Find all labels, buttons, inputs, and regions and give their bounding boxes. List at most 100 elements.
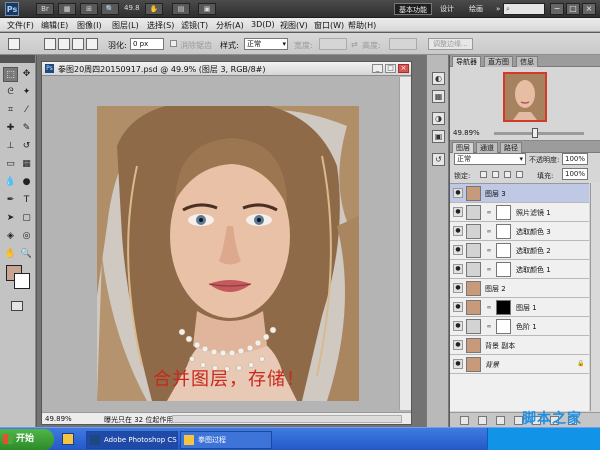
magic-wand-tool-icon[interactable]: ✦	[19, 85, 34, 100]
menu-filter[interactable]: 滤镜(T)	[181, 20, 208, 31]
menu-edit[interactable]: 编辑(E)	[41, 20, 68, 31]
navigator-zoom[interactable]: 49.89%	[453, 129, 480, 137]
taskbar-photoshop[interactable]: Adobe Photoshop CS5	[86, 431, 178, 449]
layers-scrollbar[interactable]	[590, 183, 600, 411]
hand-tool-button[interactable]: ✋	[145, 3, 163, 15]
eye-icon[interactable]: ●	[453, 264, 463, 274]
eye-icon[interactable]: ●	[453, 188, 463, 198]
workspace-design[interactable]: 设计	[436, 3, 458, 15]
zoom-level[interactable]: 49.8	[124, 4, 140, 12]
eye-icon[interactable]: ●	[453, 283, 463, 293]
type-tool-icon[interactable]: T	[19, 193, 34, 208]
eye-icon[interactable]: ●	[453, 321, 463, 331]
eyedropper-tool-icon[interactable]: ⁄	[19, 103, 34, 118]
clone-stamp-tool-icon[interactable]: ⊥	[3, 139, 18, 154]
layer-row[interactable]: ● ∞ 照片滤镜 1	[450, 203, 589, 222]
layer-row[interactable]: ● 背景 副本	[450, 336, 589, 355]
crop-tool-icon[interactable]: ⌗	[3, 103, 18, 118]
eye-icon[interactable]: ●	[453, 302, 463, 312]
bridge-button[interactable]: Br	[36, 3, 54, 15]
tab-info[interactable]: 信息	[516, 56, 538, 67]
lasso-tool-icon[interactable]: ᘓ	[3, 85, 18, 100]
height-input[interactable]	[389, 38, 417, 50]
lock-position-icon[interactable]	[504, 171, 511, 178]
width-input[interactable]	[319, 38, 347, 50]
eye-icon[interactable]: ●	[453, 340, 463, 350]
refine-edge-button[interactable]: 调整边缘...	[428, 38, 473, 50]
search-input[interactable]: ⌕	[503, 3, 545, 15]
path-selection-tool-icon[interactable]: ➤	[3, 211, 18, 226]
layer-style-icon[interactable]	[478, 416, 487, 425]
screen-mode-button[interactable]: ▣	[198, 3, 216, 15]
gradient-tool-icon[interactable]: ▦	[19, 157, 34, 172]
layer-row[interactable]: ● 图层 2	[450, 279, 589, 298]
fill-input[interactable]: 100%	[562, 168, 588, 180]
menu-help[interactable]: 帮助(H)	[348, 20, 376, 31]
workspace-painting[interactable]: 绘画	[465, 3, 487, 15]
layer-row[interactable]: ● ∞ 选取颜色 2	[450, 241, 589, 260]
history-brush-tool-icon[interactable]: ↺	[19, 139, 34, 154]
navigator-slider-handle[interactable]	[532, 128, 538, 138]
layer-row[interactable]: ● ∞ 色阶 1	[450, 317, 589, 336]
antialias-checkbox[interactable]	[170, 40, 177, 47]
tab-histogram[interactable]: 直方图	[484, 56, 513, 67]
mini-bridge-button[interactable]: ▦	[58, 3, 76, 15]
document-title-bar[interactable]: Ps 拳图20周四20150917.psd @ 49.9% (图层 3, RGB…	[42, 62, 411, 76]
healing-brush-tool-icon[interactable]: ✚	[3, 121, 18, 136]
layer-row[interactable]: ● ∞ 图层 1	[450, 298, 589, 317]
system-tray[interactable]	[487, 428, 600, 450]
maximize-button[interactable]: □	[566, 3, 580, 15]
menu-3d[interactable]: 3D(D)	[251, 20, 275, 29]
eraser-tool-icon[interactable]: ▭	[3, 157, 18, 172]
doc-maximize-icon[interactable]: □	[385, 64, 396, 73]
document-horizontal-scrollbar[interactable]	[172, 415, 402, 423]
taskbar-folder[interactable]: 拳图过程	[180, 431, 272, 449]
layer-row[interactable]: ● 背景 🔒	[450, 355, 589, 374]
style-select[interactable]: 正常 ▾	[244, 38, 288, 50]
pen-tool-icon[interactable]: ✒	[3, 193, 18, 208]
background-color-swatch[interactable]	[14, 273, 30, 289]
document-window[interactable]: Ps 拳图20周四20150917.psd @ 49.9% (图层 3, RGB…	[41, 61, 412, 425]
tab-navigator[interactable]: 导航器	[452, 56, 481, 67]
menu-analysis[interactable]: 分析(A)	[216, 20, 244, 31]
arrange-documents-button[interactable]: ▤	[172, 3, 190, 15]
opacity-input[interactable]: 100%	[562, 153, 588, 165]
move-tool-icon[interactable]: ✥	[19, 67, 34, 82]
lock-pixels-icon[interactable]	[492, 171, 499, 178]
navigator-preview[interactable]	[503, 72, 547, 122]
hand-tool-icon[interactable]: ✋	[3, 247, 18, 262]
lock-all-icon[interactable]	[516, 171, 523, 178]
zoom-tool-icon[interactable]: 🔍	[19, 247, 34, 262]
layer-row[interactable]: ● ∞ 选取颜色 1	[450, 260, 589, 279]
color-panel-icon[interactable]: ◐	[432, 72, 445, 85]
menu-view[interactable]: 视图(V)	[280, 20, 308, 31]
swatches-panel-icon[interactable]: ▦	[432, 90, 445, 103]
status-zoom[interactable]: 49.89%	[45, 415, 72, 423]
3d-camera-tool-icon[interactable]: ◎	[19, 229, 34, 244]
close-button[interactable]: ×	[582, 3, 596, 15]
menu-file[interactable]: 文件(F)	[7, 20, 34, 31]
eye-icon[interactable]: ●	[453, 359, 463, 369]
workspace-essentials[interactable]: 基本功能	[394, 3, 432, 15]
tab-layers[interactable]: 图层	[452, 142, 474, 153]
doc-close-icon[interactable]: ×	[398, 64, 409, 73]
dodge-tool-icon[interactable]: ●	[19, 175, 34, 190]
doc-minimize-icon[interactable]: _	[372, 64, 383, 73]
layer-row[interactable]: ● 图层 3	[450, 184, 589, 203]
3d-rotate-tool-icon[interactable]: ◈	[3, 229, 18, 244]
tab-channels[interactable]: 通道	[476, 142, 498, 153]
minimize-button[interactable]: −	[550, 3, 564, 15]
toolbox-header[interactable]	[0, 55, 35, 63]
blur-tool-icon[interactable]: 💧	[3, 175, 18, 190]
eye-icon[interactable]: ●	[453, 245, 463, 255]
status-info[interactable]: 曝光只在 32 位起作用	[104, 415, 173, 425]
layer-row[interactable]: ● ∞ 选取颜色 3	[450, 222, 589, 241]
menu-window[interactable]: 窗口(W)	[314, 20, 344, 31]
document-vertical-scrollbar[interactable]	[399, 77, 411, 410]
adjustments-panel-icon[interactable]: ◑	[432, 112, 445, 125]
brush-tool-icon[interactable]: ✎	[19, 121, 34, 136]
eye-icon[interactable]: ●	[453, 207, 463, 217]
menu-select[interactable]: 选择(S)	[147, 20, 174, 31]
masks-panel-icon[interactable]: ▣	[432, 130, 445, 143]
lock-transparency-icon[interactable]	[480, 171, 487, 178]
